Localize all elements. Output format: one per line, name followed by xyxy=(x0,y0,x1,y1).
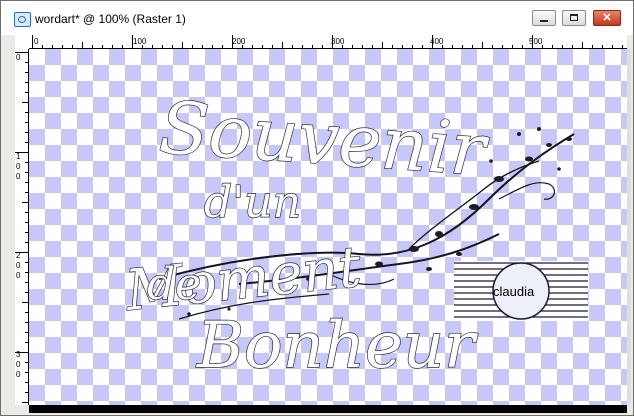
hruler-label-500: 500 xyxy=(529,37,543,46)
title-bar[interactable]: wordart* @ 100% (Raster 1) ✕ xyxy=(1,1,633,35)
hruler-label-100: 100 xyxy=(133,37,147,46)
minimize-icon xyxy=(540,20,548,22)
claudia-watermark-badge: claudia xyxy=(454,261,588,321)
maximize-button[interactable] xyxy=(562,10,586,26)
vruler-label-0: 0 xyxy=(16,53,21,62)
svg-text:0: 0 xyxy=(16,261,21,270)
window-title: wordart* @ 100% (Raster 1) xyxy=(35,12,186,26)
minimize-button[interactable] xyxy=(532,10,556,26)
svg-text:0: 0 xyxy=(16,172,21,181)
horizontal-scrollbar[interactable] xyxy=(29,405,627,413)
svg-text:0: 0 xyxy=(16,370,21,379)
svg-text:3: 3 xyxy=(16,350,21,359)
hruler-label-0: 0 xyxy=(34,37,39,46)
close-button[interactable]: ✕ xyxy=(593,10,621,26)
wordart-de: de xyxy=(147,259,201,310)
horizontal-ruler[interactable]: 0 100 200 300 400 500 xyxy=(29,35,627,49)
hruler-label-400: 400 xyxy=(430,37,444,46)
svg-text:0: 0 xyxy=(16,360,21,369)
claudia-label: claudia xyxy=(493,284,535,299)
wordart-bonheur: Bonheur xyxy=(196,309,478,383)
hruler-label-200: 200 xyxy=(232,37,246,46)
image-document-icon xyxy=(14,12,31,27)
document-window: wordart* @ 100% (Raster 1) ✕ 0 100 200 3… xyxy=(0,0,634,416)
vruler-label-200: 200 xyxy=(16,251,21,280)
vruler-label-300: 300 xyxy=(16,350,21,379)
wordart-dun: d'un xyxy=(204,177,301,228)
ruler-corner xyxy=(15,35,29,49)
image-canvas[interactable]: Souvenir d'un Moment de Bonheur claudia xyxy=(29,49,627,405)
close-icon: ✕ xyxy=(602,12,612,24)
vertical-scroll-edge[interactable] xyxy=(627,49,631,405)
svg-text:1: 1 xyxy=(16,152,21,161)
horizontal-ruler-ticks: 0 100 200 300 400 500 xyxy=(29,35,627,49)
svg-text:0: 0 xyxy=(16,162,21,171)
maximize-icon xyxy=(570,14,578,21)
vruler-label-100: 100 xyxy=(16,152,21,181)
svg-text:0: 0 xyxy=(16,271,21,280)
vertical-ruler[interactable]: 0 100 200 300 xyxy=(15,49,29,405)
wordart-layer: Souvenir d'un Moment de Bonheur claudia xyxy=(121,85,588,384)
vertical-ruler-ticks: 0 100 200 300 xyxy=(15,49,29,405)
hruler-label-300: 300 xyxy=(331,37,345,46)
svg-text:2: 2 xyxy=(16,251,21,260)
